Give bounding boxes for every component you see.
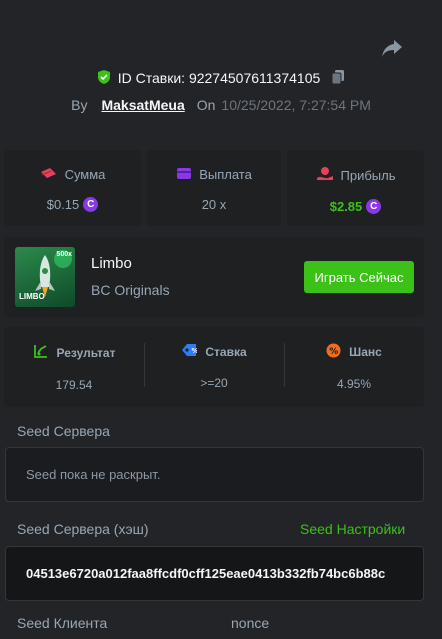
svg-text:%: %: [329, 347, 338, 357]
wallet-icon: [176, 166, 192, 183]
client-seed-label: Seed Клиента: [17, 615, 108, 631]
stat-value: 20 x: [201, 197, 227, 212]
by-label: By: [71, 97, 88, 113]
game-provider: BC Originals: [91, 282, 170, 298]
target-label: Ставка: [205, 344, 247, 359]
shield-check-icon: [96, 69, 112, 88]
server-seed-hash-label: Seed Сервера (хэш): [17, 521, 149, 537]
stat-card-amount: Сумма $0.15 C: [4, 150, 141, 226]
game-thumbnail[interactable]: 500x LIMBO: [15, 247, 75, 307]
percent-icon: %: [326, 343, 341, 361]
server-seed-hash-field[interactable]: 04513e6720a012faa8ffcdf0cff125eae0413b33…: [5, 546, 424, 601]
stat-label: Сумма: [64, 167, 106, 182]
result-value: 179.54: [55, 378, 93, 392]
server-seed-label: Seed Сервера: [17, 423, 110, 439]
username-link[interactable]: MaksatMeua: [101, 97, 184, 113]
chance-label: Шанс: [349, 345, 382, 359]
stat-card-payout: Выплата 20 x: [147, 150, 281, 226]
share-icon[interactable]: [380, 38, 404, 60]
stat-value: $0.15: [46, 197, 80, 212]
bet-id-row: ID Ставки: 92274507611374105: [0, 68, 442, 88]
thumb-badge: 500x: [56, 251, 72, 258]
stat-label: Прибыль: [340, 168, 396, 183]
target-column: % Ставка >=20: [144, 327, 284, 407]
bet-details-panel: Результат 179.54 % Ставка >=20 % Шанс 4.…: [4, 327, 424, 407]
bet-date: 10/25/2022, 7:27:54 PM: [221, 97, 371, 113]
result-label: Результат: [56, 345, 116, 360]
on-label: On: [196, 97, 216, 113]
stat-label: Выплата: [199, 167, 252, 182]
chance-value: 4.95%: [336, 377, 372, 391]
bet-id-text: ID Ставки: 92274507611374105: [117, 70, 321, 86]
thumb-title: LIMBO: [19, 292, 45, 301]
coin-icon: C: [366, 199, 382, 214]
profit-icon: [316, 166, 334, 185]
target-value: >=20: [200, 376, 228, 390]
tag-icon: %: [181, 343, 199, 360]
play-now-button[interactable]: Играть Сейчас: [304, 261, 414, 293]
game-name[interactable]: Limbo: [91, 255, 132, 272]
seed-settings-link[interactable]: Seed Настройки: [300, 521, 405, 537]
stat-card-profit: Прибыль $2.85 C: [287, 150, 424, 226]
money-icon: [40, 166, 58, 183]
nonce-label: nonce: [231, 615, 270, 631]
server-seed-field[interactable]: Seed пока не раскрыт.: [5, 447, 424, 502]
stat-value: $2.85: [329, 199, 363, 214]
chance-column: % Шанс 4.95%: [284, 327, 424, 407]
bet-author-row: By MaksatMeua On 10/25/2022, 7:27:54 PM: [0, 95, 442, 115]
coin-icon: C: [83, 197, 99, 212]
copy-icon[interactable]: [330, 69, 346, 88]
game-card: 500x LIMBO Limbo BC Originals Играть Сей…: [4, 237, 424, 317]
svg-text:%: %: [192, 347, 198, 355]
result-column: Результат 179.54: [4, 327, 144, 407]
result-icon: [33, 343, 49, 362]
